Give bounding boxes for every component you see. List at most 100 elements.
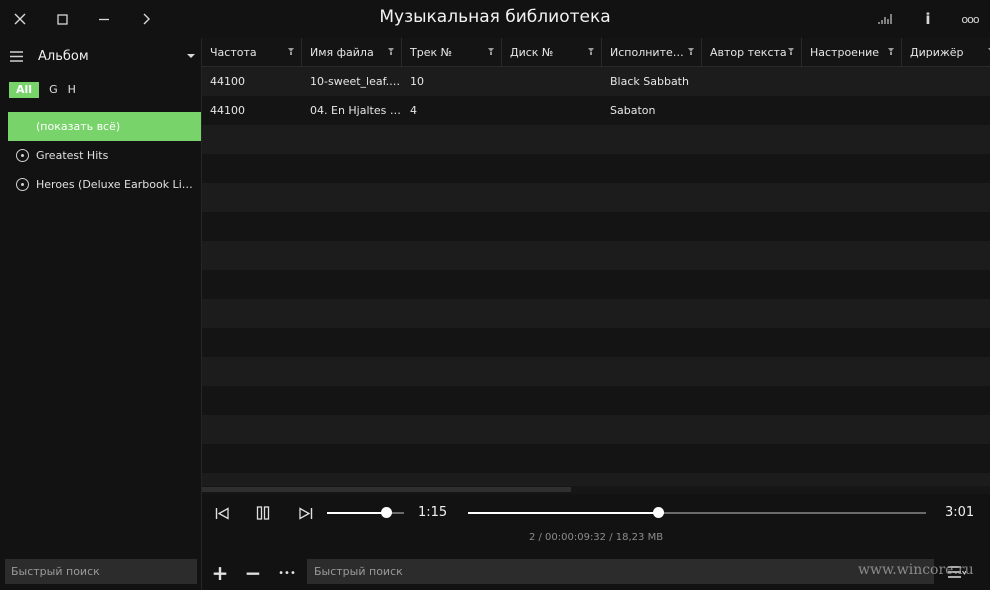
table-cell: 10-sweet_leaf.… xyxy=(310,75,401,88)
column-header[interactable]: Имя файла xyxy=(302,38,402,67)
album-item-label: (показать всё) xyxy=(36,120,121,133)
letter-filter-g[interactable]: G xyxy=(44,82,63,98)
column-header-label: Частота xyxy=(210,46,257,59)
equalizer-icon[interactable] xyxy=(866,0,906,38)
forward-icon[interactable] xyxy=(126,0,166,38)
previous-icon[interactable] xyxy=(210,502,234,524)
table-row-empty xyxy=(202,125,990,154)
table-row-empty xyxy=(202,270,990,299)
column-header[interactable]: Трек № xyxy=(402,38,502,67)
more-icon[interactable]: ••• xyxy=(274,562,300,584)
album-item-heroes[interactable]: Heroes (Deluxe Earbook Limited Edition) xyxy=(8,170,201,199)
letter-filter-h[interactable]: H xyxy=(63,82,81,98)
add-icon[interactable]: + xyxy=(207,561,233,585)
column-header-label: Автор текста xyxy=(710,46,787,59)
column-header[interactable]: Настроение xyxy=(802,38,902,67)
table-row-empty xyxy=(202,328,990,357)
filter-icon[interactable] xyxy=(888,48,894,55)
sidebar-header[interactable]: Альбом xyxy=(0,38,202,74)
current-time: 1:15 xyxy=(418,505,448,520)
maximize-icon[interactable] xyxy=(42,0,82,38)
album-list: (показать всё) Greatest Hits Heroes (Del… xyxy=(8,112,201,199)
table-row-empty xyxy=(202,444,990,473)
chevron-down-icon[interactable] xyxy=(187,54,195,58)
filter-icon[interactable] xyxy=(488,48,494,55)
next-icon[interactable] xyxy=(293,502,317,524)
letter-filter-all[interactable]: All xyxy=(9,82,40,98)
sidebar-search-input[interactable] xyxy=(5,559,197,584)
letter-filter: All G H xyxy=(9,82,81,98)
title-bar: Музыкальная библиотека i ooo xyxy=(0,0,990,38)
list-menu-icon[interactable] xyxy=(944,561,970,583)
close-icon[interactable] xyxy=(0,0,40,38)
table-row[interactable]: 44100 04. En Hjaltes … 4 Sabaton xyxy=(202,96,990,125)
column-header[interactable]: Дирижёр xyxy=(902,38,990,67)
filter-icon[interactable] xyxy=(588,48,594,55)
remove-icon[interactable]: − xyxy=(240,561,266,585)
seek-bar[interactable] xyxy=(468,512,926,514)
disc-icon xyxy=(16,178,29,191)
horizontal-scrollbar[interactable] xyxy=(202,486,990,494)
table-row-empty xyxy=(202,386,990,415)
sidebar-title: Альбом xyxy=(38,48,89,64)
volume-slider-handle[interactable] xyxy=(381,507,392,518)
table-cell: 44100 xyxy=(210,104,245,117)
column-header-label: Исполните… xyxy=(610,46,684,59)
filter-icon[interactable] xyxy=(388,48,394,55)
bottom-bar: + − ••• xyxy=(202,556,990,590)
scrollbar-thumb[interactable] xyxy=(202,487,571,492)
column-header[interactable]: Частота xyxy=(202,38,302,67)
column-header[interactable]: Автор текста xyxy=(702,38,802,67)
column-header-label: Дирижёр xyxy=(910,46,964,59)
table-cell: 4 xyxy=(410,104,417,117)
filter-icon[interactable] xyxy=(688,48,694,55)
table-row-empty xyxy=(202,299,990,328)
table-cell xyxy=(902,96,990,125)
table-row-empty xyxy=(202,154,990,183)
column-header-label: Диск № xyxy=(510,46,554,59)
table-row[interactable]: 44100 10-sweet_leaf.… 10 Black Sabbath xyxy=(202,67,990,96)
sidebar: Альбом All G H (показать всё) Greatest H… xyxy=(0,38,202,590)
table-body: 44100 10-sweet_leaf.… 10 Black Sabbath 44100… xyxy=(202,67,990,486)
table-cell: Black Sabbath xyxy=(610,75,689,88)
status-text: 2 / 00:00:09:32 / 18,23 MB xyxy=(528,532,664,543)
table-cell: 04. En Hjaltes … xyxy=(310,104,401,117)
minimize-icon[interactable] xyxy=(84,0,124,38)
table-row-empty xyxy=(202,357,990,386)
album-item-greatest-hits[interactable]: Greatest Hits xyxy=(8,141,201,170)
table-cell xyxy=(702,96,802,125)
filter-icon[interactable] xyxy=(288,48,294,55)
table-cell xyxy=(802,67,902,96)
info-icon[interactable]: i xyxy=(908,0,948,38)
table-cell xyxy=(802,96,902,125)
table-cell: Sabaton xyxy=(610,104,656,117)
table-cell: 44100 xyxy=(210,75,245,88)
table-row-empty xyxy=(202,241,990,270)
filter-icon[interactable] xyxy=(788,48,794,55)
table-header: Частота Имя файла Трек № Диск № Исполните… Ав… xyxy=(202,38,990,67)
album-item-show-all[interactable]: (показать всё) xyxy=(8,112,201,141)
table-row-empty xyxy=(202,415,990,444)
disc-icon xyxy=(16,149,29,162)
player-controls: 1:15 3:01 2 / 00:00:09:32 / 18,23 MB xyxy=(202,494,990,554)
column-header-label: Трек № xyxy=(410,46,453,59)
hamburger-icon[interactable] xyxy=(10,50,38,62)
table-row-empty xyxy=(202,212,990,241)
column-header[interactable]: Диск № xyxy=(502,38,602,67)
table-cell: 10 xyxy=(410,75,424,88)
album-item-label: Greatest Hits xyxy=(36,149,109,162)
table-cell xyxy=(902,67,990,96)
volume-slider[interactable] xyxy=(327,512,404,514)
pause-icon[interactable] xyxy=(251,502,275,524)
column-header-label: Настроение xyxy=(810,46,880,59)
track-table: Частота Имя файла Трек № Диск № Исполните… Ав… xyxy=(202,38,990,486)
table-cell xyxy=(502,67,602,96)
main-search-input[interactable] xyxy=(307,559,934,584)
album-item-label: Heroes (Deluxe Earbook Limited Edition) xyxy=(36,178,201,191)
table-row-empty xyxy=(202,473,990,486)
table-cell xyxy=(502,96,602,125)
column-header[interactable]: Исполните… xyxy=(602,38,702,67)
more-icon[interactable]: ooo xyxy=(950,0,990,38)
table-cell xyxy=(702,67,802,96)
seek-bar-handle[interactable] xyxy=(653,507,664,518)
